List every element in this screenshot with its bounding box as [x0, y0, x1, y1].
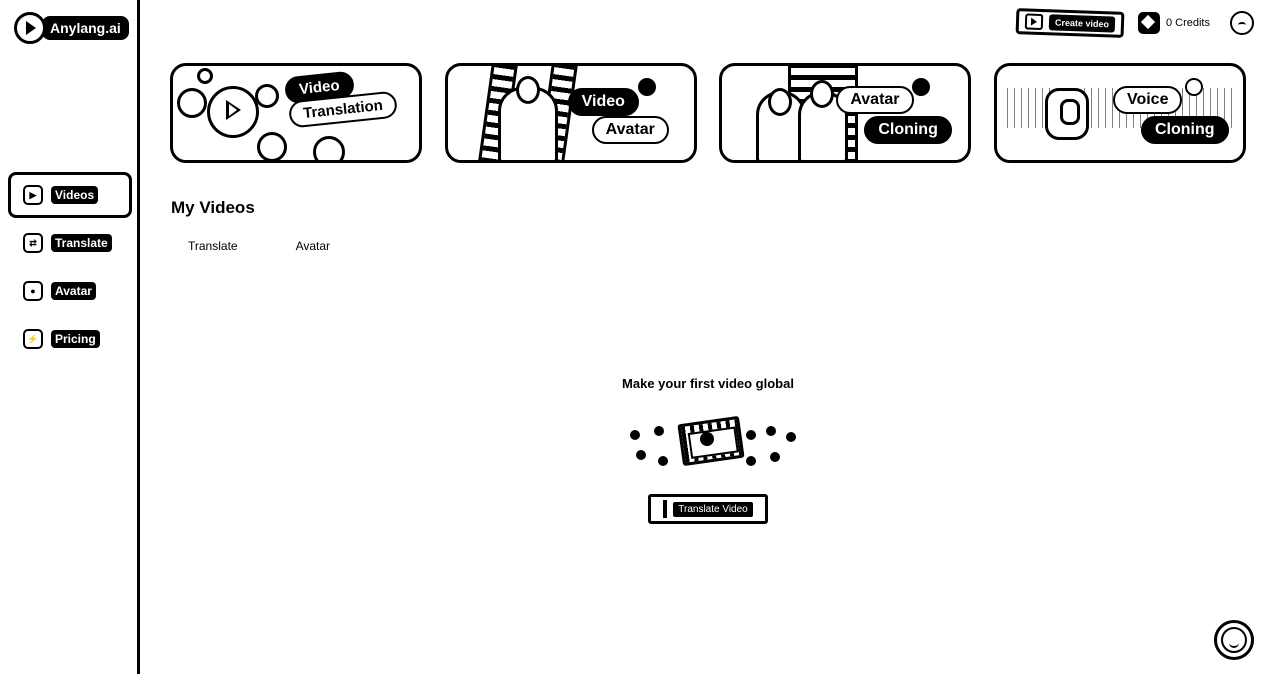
card-title: Video: [567, 88, 639, 116]
flag-icon: [746, 430, 756, 440]
chat-support-button[interactable]: [1214, 620, 1254, 660]
card-subtitle: Cloning: [1140, 116, 1229, 144]
sidebar-item-label: Translate: [51, 234, 112, 252]
sidebar-item-label: Videos: [51, 186, 99, 204]
credits-text: 0 Credits: [1165, 17, 1210, 29]
sidebar-item-translate[interactable]: ⇄ Translate: [8, 220, 132, 266]
card-voice-cloning[interactable]: Voice Cloning: [993, 63, 1246, 163]
create-video-label: Create video: [1048, 14, 1116, 33]
play-icon: ▶: [23, 185, 43, 205]
card-subtitle: Cloning: [864, 116, 952, 144]
card-title: Voice: [1112, 86, 1183, 114]
flag-icon: [630, 430, 640, 440]
flag-icon: [766, 426, 776, 436]
flag-icon: [636, 450, 646, 460]
video-tabs: Translate Avatar: [188, 239, 388, 253]
sidebar-item-label: Pricing: [51, 330, 100, 348]
card-video-avatar[interactable]: Video Avatar: [444, 63, 697, 163]
sidebar-item-avatar[interactable]: ● Avatar: [8, 268, 132, 314]
create-video-button[interactable]: Create video: [1015, 8, 1125, 38]
flag-icon: [255, 84, 279, 108]
flag-icon: [257, 132, 287, 160]
flag-icon: [654, 426, 664, 436]
card-subtitle: Avatar: [591, 116, 669, 144]
top-bar: Create video 0 Credits: [1015, 8, 1254, 38]
sidebar-item-videos[interactable]: ▶ Videos: [8, 172, 132, 218]
sidebar-nav: ▶ Videos ⇄ Translate ● Avatar ⚡ Pricing: [8, 172, 132, 364]
user-icon: [912, 78, 931, 96]
chat-icon: [1221, 627, 1247, 653]
avatar-head: [515, 76, 540, 104]
microphone-icon: [1044, 88, 1089, 140]
avatar-icon: ●: [23, 281, 43, 301]
empty-state-illustration: [626, 414, 800, 470]
empty-state-title: Make your first video global: [622, 376, 794, 391]
play-icon: [637, 78, 656, 96]
card-video-translation[interactable]: Video Translation: [170, 63, 422, 163]
diamond-icon: [1137, 12, 1160, 34]
translate-video-button[interactable]: Translate Video: [648, 494, 768, 524]
flag-icon: [658, 456, 668, 466]
flag-icon: [770, 452, 780, 462]
brand-logo[interactable]: Anylang.ai: [14, 12, 129, 44]
translate-video-label: Translate Video: [673, 501, 753, 517]
globe-icon: [700, 432, 714, 446]
card-avatar-cloning[interactable]: Avatar Cloning: [719, 63, 972, 163]
card-title: Avatar: [836, 86, 914, 114]
tab-avatar[interactable]: Avatar: [296, 239, 330, 253]
profile-icon[interactable]: [1230, 11, 1254, 35]
flag-icon: [197, 68, 213, 84]
sidebar-item-label: Avatar: [51, 282, 96, 300]
cursor-icon: [663, 500, 668, 518]
brand-name: Anylang.ai: [42, 16, 129, 40]
feature-cards: Video Translation Video Avatar Avatar Cl…: [170, 63, 1246, 163]
sidebar: Anylang.ai ▶ Videos ⇄ Translate ● Avatar…: [0, 0, 140, 674]
video-icon: [1024, 13, 1044, 31]
flag-icon: [313, 136, 345, 160]
tab-translate[interactable]: Translate: [188, 239, 238, 253]
bolt-icon: ⚡: [23, 329, 43, 349]
translate-icon: ⇄: [23, 233, 43, 253]
logo-icon: [14, 12, 46, 44]
flag-icon: [177, 88, 207, 118]
waveform-icon: [1184, 78, 1203, 96]
flag-icon: [746, 456, 756, 466]
page-title: My Videos: [171, 198, 255, 217]
flag-icon: [786, 432, 796, 442]
sidebar-item-pricing[interactable]: ⚡ Pricing: [8, 316, 132, 362]
credits-display[interactable]: 0 Credits: [1137, 12, 1210, 34]
